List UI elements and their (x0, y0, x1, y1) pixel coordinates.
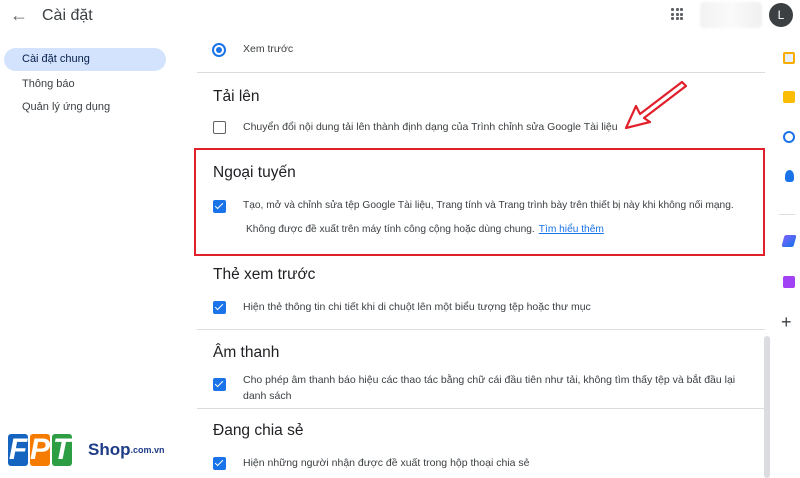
sound-checkbox[interactable] (213, 378, 226, 391)
sidebar: Cài đặt chung Thông báo Quản lý ứng dụng (0, 40, 172, 119)
addon-purple-icon[interactable] (783, 276, 795, 288)
upload-convert-checkbox[interactable] (213, 121, 226, 134)
fpt-shop-logo: F P T Shop .com.vn (8, 430, 165, 470)
divider (197, 72, 765, 73)
sound-section-title: Âm thanh (213, 344, 280, 361)
preview-card-checkbox[interactable] (213, 301, 226, 314)
sidebar-item-manage-apps[interactable]: Quản lý ứng dụng (0, 96, 172, 119)
divider (197, 329, 765, 330)
upload-convert-label: Chuyển đổi nội dung tải lên thành định d… (243, 121, 618, 133)
sound-label-continued: danh sách (243, 390, 292, 402)
offline-section-title: Ngoại tuyến (213, 164, 296, 181)
logo-letter-p: P (30, 433, 51, 466)
calendar-icon[interactable] (783, 52, 795, 64)
back-arrow-icon[interactable]: ← (10, 5, 28, 26)
logo-letter-f: F (8, 433, 28, 466)
preview-card-label: Hiện thẻ thông tin chi tiết khi di chuột… (243, 301, 591, 313)
top-bar: ← Cài đặt L (0, 0, 800, 34)
scrollbar[interactable] (764, 336, 770, 478)
logo-letter-t: T (52, 433, 72, 466)
logo-shop-text: Shop (88, 440, 131, 459)
learn-more-link[interactable]: Tìm hiểu thêm (539, 224, 604, 235)
sharing-section-title: Đang chia sẻ (213, 422, 304, 439)
preview-card-section-title: Thẻ xem trước (213, 266, 316, 283)
preview-radio[interactable] (212, 43, 226, 57)
rail-divider (779, 214, 795, 215)
apps-grid-icon[interactable] (671, 8, 683, 20)
sidebar-item-notifications[interactable]: Thông báo (0, 73, 172, 96)
contacts-icon[interactable] (785, 170, 794, 182)
logo-domain-text: .com.vn (130, 445, 165, 455)
offline-checkbox[interactable] (213, 200, 226, 213)
preview-radio-label: Xem trước (243, 43, 294, 55)
upload-section-title: Tải lên (213, 88, 260, 105)
keep-icon[interactable] (783, 91, 795, 103)
sharing-label: Hiện những người nhận được đề xuất trong… (243, 457, 530, 469)
sharing-checkbox[interactable] (213, 457, 226, 470)
add-icon[interactable]: + (781, 312, 792, 333)
sound-label: Cho phép âm thanh báo hiệu các thao tác … (243, 374, 736, 386)
tasks-icon[interactable] (783, 131, 795, 143)
divider (197, 408, 765, 409)
sidebar-item-general[interactable]: Cài đặt chung (4, 48, 166, 71)
avatar[interactable]: L (769, 3, 793, 27)
offline-note: Không được đề xuất trên máy tính công cộ… (246, 224, 535, 235)
blurred-account-area (700, 2, 762, 28)
page-title: Cài đặt (42, 7, 93, 24)
offline-label: Tạo, mở và chỉnh sửa tệp Google Tài liệu… (243, 200, 734, 211)
red-arrow-annotation (624, 80, 688, 130)
